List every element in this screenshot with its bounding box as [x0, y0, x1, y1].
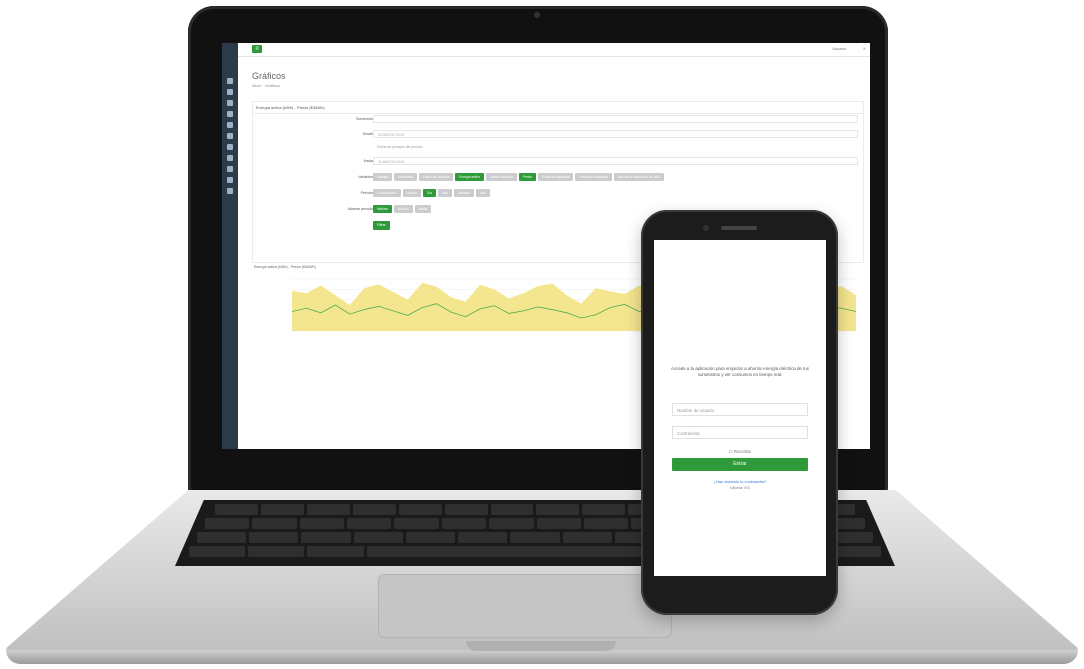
- variable-option[interactable]: Factor de potencia: [418, 173, 454, 181]
- forgot-password-link[interactable]: ¿Has olvidado tu contraseña?: [672, 479, 808, 484]
- desde-hint: Fecha de principio del periodo: [377, 145, 423, 149]
- hasta-label: Hasta: [363, 159, 373, 163]
- variable-option[interactable]: Potencia registrada: [537, 173, 574, 181]
- document-icon[interactable]: [227, 177, 233, 183]
- logout-icon[interactable]: [227, 188, 233, 194]
- laptop-front-lip: [6, 650, 1078, 664]
- panel-title: Energía activa (kWh) - Precio (€/MWh): [253, 102, 863, 114]
- variable-option[interactable]: Importe de factura de la OMIE: [613, 173, 665, 181]
- chart-icon[interactable]: [227, 89, 233, 95]
- variables-options: Energía Intensidad Factor de potencia Energ…: [373, 173, 665, 181]
- language-selector[interactable]: Idioma: ES: [672, 485, 808, 490]
- remember-label: Recordar: [733, 449, 752, 454]
- trackpad: [378, 574, 672, 638]
- mostrar-periodo-option[interactable]: Mínimo: [394, 205, 413, 213]
- calendar-icon[interactable]: [227, 155, 233, 161]
- phone-screen: Accede a la aplicación para empezar a ah…: [654, 240, 826, 576]
- desde-label: Desde: [362, 132, 373, 136]
- phone-camera: [703, 225, 709, 231]
- folder-icon[interactable]: [227, 111, 233, 117]
- variables-label: Variables: [358, 175, 373, 179]
- hasta-input[interactable]: 31/08/2016 23:00: [373, 157, 858, 165]
- password-input[interactable]: Contraseña: [672, 426, 808, 439]
- variable-option[interactable]: Energía activa: [455, 173, 484, 181]
- laptop-notch: [466, 641, 616, 651]
- mostrar-periodo-option[interactable]: Media: [414, 205, 432, 213]
- variable-option[interactable]: Precio: [518, 173, 536, 181]
- user-icon[interactable]: [227, 144, 233, 150]
- periodo-label: Periodo: [360, 191, 373, 195]
- username-input[interactable]: Nombre de usuario: [672, 403, 808, 416]
- variable-option[interactable]: Energía: [373, 173, 393, 181]
- laptop-camera: [534, 12, 540, 18]
- menu-toggle-button[interactable]: ≡: [252, 45, 262, 53]
- close-icon[interactable]: ✕: [863, 46, 866, 51]
- chart-title: Energía activa (kWh) - Precio (€/MWh): [254, 265, 316, 269]
- list-icon[interactable]: [227, 100, 233, 106]
- mostrar-periodo-option[interactable]: Máximo: [373, 205, 393, 213]
- periodo-option[interactable]: Cuartohorario: [373, 189, 401, 197]
- periodo-option[interactable]: Horario: [402, 189, 421, 197]
- app-sidebar: [222, 43, 238, 449]
- filter-button[interactable]: Filtrar: [373, 221, 390, 230]
- periodo-option[interactable]: Mes: [437, 189, 452, 197]
- page-title: Gráficos: [252, 71, 286, 81]
- variable-option[interactable]: Intensidad: [394, 173, 417, 181]
- user-menu[interactable]: Usuario: [832, 46, 846, 51]
- periodo-options: Cuartohorario Horario Día Mes Semana Año: [373, 189, 490, 197]
- periodo-option[interactable]: Semana: [453, 189, 474, 197]
- login-message: Accede a la aplicación para empezar a ah…: [671, 366, 809, 377]
- bell-icon[interactable]: [227, 133, 233, 139]
- suministro-select[interactable]: [373, 115, 858, 123]
- desde-input[interactable]: 01/06/2016 00:00: [373, 130, 858, 138]
- suministro-label: Suministro: [356, 117, 373, 121]
- login-button[interactable]: Entrar: [672, 458, 808, 471]
- variable-option[interactable]: Energía reactiva: [485, 173, 517, 181]
- periodo-option[interactable]: Año: [475, 189, 490, 197]
- phone-speaker: [721, 226, 757, 230]
- mostrar-periodo-options: Máximo Mínimo Media: [373, 205, 432, 213]
- breadcrumb[interactable]: Inicio · Gráficos: [252, 83, 280, 88]
- bolt-icon[interactable]: [227, 122, 233, 128]
- remember-checkbox[interactable]: ☐ Recordar: [672, 449, 808, 454]
- mostrar-periodo-label: Mostrar periodo: [347, 207, 373, 211]
- home-icon[interactable]: [227, 78, 233, 84]
- variable-option[interactable]: Potencia contratada: [575, 173, 612, 181]
- periodo-option[interactable]: Día: [422, 189, 436, 197]
- top-bar: ≡ Usuario ✕: [238, 43, 870, 57]
- settings-icon[interactable]: [227, 166, 233, 172]
